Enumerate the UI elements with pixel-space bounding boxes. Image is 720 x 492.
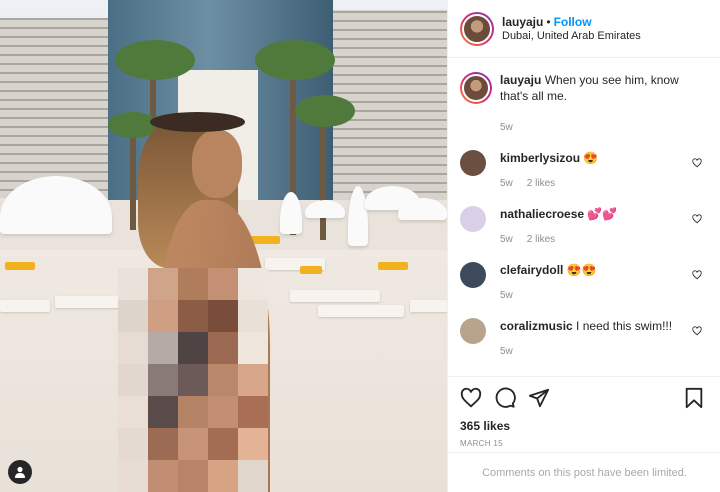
bookmark-icon[interactable] bbox=[683, 387, 705, 409]
person-icon bbox=[15, 466, 25, 478]
action-icons-row bbox=[460, 387, 709, 409]
comment-username[interactable]: coralizmusic bbox=[500, 319, 573, 333]
comment-text: 😍 bbox=[583, 151, 599, 165]
comment-avatar[interactable] bbox=[460, 206, 486, 232]
comment-text: 💕💕 bbox=[587, 207, 618, 221]
yellow-cushion bbox=[300, 266, 322, 274]
beach-umbrella bbox=[305, 200, 345, 218]
caption-avatar[interactable] bbox=[460, 72, 492, 104]
photo-building-left bbox=[0, 18, 110, 198]
post-location[interactable]: Dubai, United Arab Emirates bbox=[502, 29, 641, 43]
comment-time[interactable]: 5w bbox=[500, 234, 513, 245]
sun-lounger bbox=[55, 296, 120, 308]
sun-lounger bbox=[410, 300, 447, 312]
palm-fronds bbox=[255, 40, 335, 80]
comment-username[interactable]: kimberlysizou bbox=[500, 151, 580, 165]
sun-lounger bbox=[290, 290, 380, 302]
comment-time[interactable]: 5w bbox=[500, 290, 513, 301]
heart-icon[interactable] bbox=[460, 387, 482, 409]
post-caption: lauyaju When you see him, know that's al… bbox=[460, 72, 708, 136]
share-icon[interactable] bbox=[528, 387, 550, 409]
yellow-cushion bbox=[5, 262, 35, 270]
tagged-user-button[interactable] bbox=[8, 460, 32, 484]
yellow-cushion bbox=[250, 236, 280, 244]
comment-avatar[interactable] bbox=[460, 150, 486, 176]
post-header: lauyaju • Follow Dubai, United Arab Emirat… bbox=[448, 0, 720, 58]
comment-likes[interactable]: 2 likes bbox=[527, 234, 555, 245]
comment-avatar[interactable] bbox=[460, 262, 486, 288]
comment-like-heart-icon[interactable] bbox=[692, 270, 702, 280]
comment-item: kimberlysizou 😍 5w 2 likes bbox=[460, 150, 708, 192]
comment-icon[interactable] bbox=[494, 387, 516, 409]
caption-time[interactable]: 5w bbox=[500, 122, 513, 133]
comment-like-heart-icon[interactable] bbox=[692, 326, 702, 336]
likes-count[interactable]: 365 likes bbox=[460, 419, 709, 433]
sun-lounger bbox=[318, 305, 404, 317]
palm-fronds bbox=[115, 40, 195, 80]
header-text: lauyaju • Follow Dubai, United Arab Emirat… bbox=[502, 15, 641, 43]
comment-like-heart-icon[interactable] bbox=[692, 214, 702, 224]
beach-umbrella bbox=[398, 198, 447, 220]
palm-fronds bbox=[295, 95, 355, 127]
post-actions: 365 likes MARCH 15 bbox=[448, 376, 720, 448]
comment-text: 😍😍 bbox=[566, 263, 597, 277]
post-side-panel: lauyaju • Follow Dubai, United Arab Emirat… bbox=[447, 0, 720, 492]
comment-username[interactable]: clefairydoll bbox=[500, 263, 563, 277]
comment-username[interactable]: nathaliecroese bbox=[500, 207, 584, 221]
comment-time[interactable]: 5w bbox=[500, 346, 513, 357]
comments-list: lauyaju When you see him, know that's al… bbox=[448, 58, 720, 360]
comment-text: I need this swim!!! bbox=[576, 319, 673, 333]
comments-limited-notice: Comments on this post have been limited. bbox=[448, 452, 720, 492]
header-separator: • bbox=[546, 14, 551, 29]
comment-time[interactable]: 5w bbox=[500, 178, 513, 189]
comment-like-heart-icon[interactable] bbox=[692, 158, 702, 168]
author-avatar[interactable] bbox=[460, 11, 494, 46]
post-date[interactable]: MARCH 15 bbox=[460, 439, 709, 448]
follow-button[interactable]: Follow bbox=[554, 15, 592, 29]
comment-item: clefairydoll 😍😍 5w bbox=[460, 262, 708, 304]
sun-lounger bbox=[0, 300, 50, 312]
author-username[interactable]: lauyaju bbox=[502, 15, 543, 29]
comment-avatar[interactable] bbox=[460, 318, 486, 344]
instagram-post: lauyaju • Follow Dubai, United Arab Emirat… bbox=[0, 0, 720, 492]
photo-woman-face bbox=[192, 130, 242, 198]
palm-trunk bbox=[320, 110, 326, 240]
comment-item: nathaliecroese 💕💕 5w 2 likes bbox=[460, 206, 708, 248]
censor-mosaic bbox=[118, 268, 268, 492]
comment-item: coralizmusic I need this swim!!! 5w bbox=[460, 318, 708, 360]
comment-likes[interactable]: 2 likes bbox=[527, 178, 555, 189]
yellow-cushion bbox=[378, 262, 408, 270]
photo-woman-headband bbox=[150, 112, 245, 132]
caption-username[interactable]: lauyaju bbox=[500, 73, 541, 87]
post-photo[interactable] bbox=[0, 0, 447, 492]
